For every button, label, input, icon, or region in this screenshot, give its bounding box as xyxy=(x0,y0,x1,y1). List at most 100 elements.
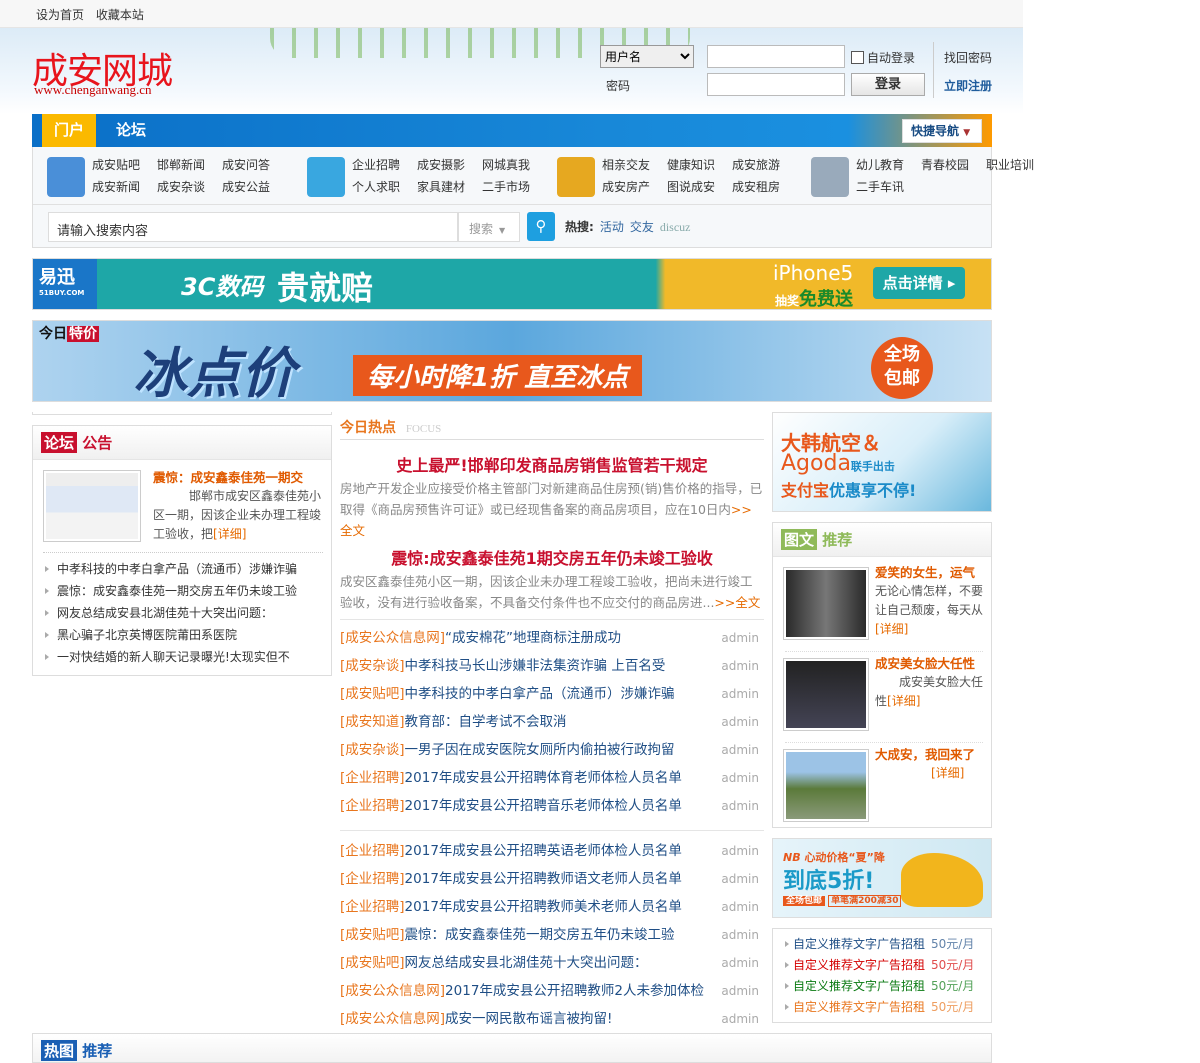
bookmark-link[interactable]: 收藏本站 xyxy=(96,8,144,22)
text-ad-label[interactable]: 自定义推荐文字广告招租 xyxy=(793,1000,925,1014)
news-title-link[interactable]: 2017年成安县公开招聘教师语文老师人员名单 xyxy=(405,871,682,887)
quick-link[interactable]: 二手市场 xyxy=(482,178,530,195)
author[interactable]: admin xyxy=(721,764,759,792)
text-ad[interactable]: 自定义推荐文字广告招租 50元/月 xyxy=(773,956,991,977)
details-link[interactable]: [详细] xyxy=(887,694,920,708)
quick-link[interactable]: 邯郸新闻 xyxy=(157,156,205,173)
login-type-select[interactable]: 用户名 xyxy=(600,45,694,68)
text-ad[interactable]: 自定义推荐文字广告招租 50元/月 xyxy=(773,935,991,956)
author[interactable]: admin xyxy=(721,949,759,977)
author[interactable]: admin xyxy=(721,792,759,820)
list-item[interactable]: 震惊：成安鑫泰佳苑一期交房五年仍未竣工验 xyxy=(33,582,331,604)
quick-link[interactable]: 成安旅游 xyxy=(732,156,780,173)
category-link[interactable]: [企业招聘] xyxy=(340,843,405,859)
details-link[interactable]: [详细] xyxy=(899,766,964,780)
category-link[interactable]: [企业招聘] xyxy=(340,770,405,786)
news-title-link[interactable]: 2017年成安县公开招聘教师美术老师人员名单 xyxy=(405,899,682,915)
username-input[interactable] xyxy=(707,45,845,68)
nb-shoe-ad[interactable]: NB 心动价格“夏”降 到底5折! 全场包邮 单笔满200减30 xyxy=(772,838,992,918)
details-link[interactable]: [详细] xyxy=(213,527,246,541)
recommend-title[interactable]: 大成安，我回来了 xyxy=(875,745,983,764)
author[interactable]: admin xyxy=(721,921,759,949)
author[interactable]: admin xyxy=(721,1005,759,1033)
news-title-link[interactable]: 中孝科技的中孝白拿产品（流通币）涉嫌诈骗 xyxy=(405,686,675,702)
category-link[interactable]: [成安公众信息网] xyxy=(340,630,445,646)
category-link[interactable]: [成安公众信息网] xyxy=(340,1011,445,1027)
quick-link[interactable]: 健康知识 xyxy=(667,156,715,173)
search-type-select[interactable]: 搜索 ▼ xyxy=(458,212,520,242)
author[interactable]: admin xyxy=(721,708,759,736)
auto-login-checkbox[interactable]: 自动登录 xyxy=(851,49,915,66)
category-link[interactable]: [成安杂谈] xyxy=(340,658,405,674)
login-button[interactable]: 登录 xyxy=(851,73,925,96)
register-link[interactable]: 立即注册 xyxy=(944,77,992,94)
quick-link[interactable]: 成安问答 xyxy=(222,156,270,173)
headline-title[interactable]: 震惊:成安鑫泰佳苑1期交房五年仍未竣工验收 xyxy=(340,545,764,571)
text-ad[interactable]: 自定义推荐文字广告招租 50元/月 xyxy=(773,977,991,998)
category-link[interactable]: [成安公众信息网] xyxy=(340,983,445,999)
news-title-link[interactable]: 2017年成安县公开招聘体育老师体检人员名单 xyxy=(405,770,682,786)
text-ad-label[interactable]: 自定义推荐文字广告招租 xyxy=(793,937,925,951)
list-item[interactable]: 网友总结成安县北湖佳苑十大突出问题： xyxy=(33,604,331,626)
recommend-title[interactable]: 爱笑的女生，运气 xyxy=(875,563,983,582)
news-title-link[interactable]: 中孝科技马长山涉嫌非法集资诈骗 上百名受 xyxy=(405,658,666,674)
recommend-thumbnail[interactable] xyxy=(783,749,869,822)
news-title-link[interactable]: 震惊：成安鑫泰佳苑一期交房五年仍未竣工验 xyxy=(405,927,675,943)
text-ad-label[interactable]: 自定义推荐文字广告招租 xyxy=(793,958,925,972)
quick-link[interactable]: 成安公益 xyxy=(222,178,270,195)
author[interactable]: admin xyxy=(721,652,759,680)
read-more-link[interactable]: >>全文 xyxy=(714,595,760,610)
recommend-title[interactable]: 成安美女脸大任性 xyxy=(875,654,983,673)
quick-link[interactable]: 成安新闻 xyxy=(92,178,140,195)
category-link[interactable]: [企业招聘] xyxy=(340,798,405,814)
quick-link[interactable]: 成安贴吧 xyxy=(92,156,140,173)
quick-link[interactable]: 图说成安 xyxy=(667,178,715,195)
banner-51buy[interactable]: 易迅 51BUY.COM 3C数码 贵就赔 iPhone5 抽奖免费送 点击详情 … xyxy=(32,258,992,310)
quick-link[interactable]: 相亲交友 xyxy=(602,156,650,173)
news-title-link[interactable]: 2017年成安县公开招聘教师2人未参加体检 xyxy=(445,983,704,999)
quick-link[interactable]: 个人求职 xyxy=(352,178,400,195)
feature-title[interactable]: 震惊：成安鑫泰佳苑一期交 xyxy=(153,468,323,487)
quick-link[interactable]: 幼儿教育 xyxy=(856,156,904,173)
text-ad-label[interactable]: 自定义推荐文字广告招租 xyxy=(793,979,925,993)
news-title-link[interactable]: 一男子因在成安医院女厕所内偷拍被行政拘留 xyxy=(405,742,675,758)
details-button[interactable]: 点击详情 ▸ xyxy=(873,267,965,299)
text-ad[interactable]: 自定义推荐文字广告招租 50元/月 xyxy=(773,998,991,1019)
author[interactable]: admin xyxy=(721,680,759,708)
tab-portal[interactable]: 门户 xyxy=(42,114,96,147)
forgot-password-link[interactable]: 找回密码 xyxy=(944,49,992,66)
author[interactable]: admin xyxy=(721,624,759,652)
category-link[interactable]: [企业招聘] xyxy=(340,899,405,915)
set-home-link[interactable]: 设为首页 xyxy=(36,8,84,22)
news-title-link[interactable]: “成安棉花”地理商标注册成功 xyxy=(445,630,621,646)
news-title-link[interactable]: 2017年成安县公开招聘英语老师体检人员名单 xyxy=(405,843,682,859)
category-link[interactable]: [成安贴吧] xyxy=(340,955,405,971)
author[interactable]: admin xyxy=(721,893,759,921)
tab-forum[interactable]: 论坛 xyxy=(106,114,156,147)
category-link[interactable]: [成安贴吧] xyxy=(340,927,405,943)
feature-thumbnail[interactable] xyxy=(43,470,141,542)
airline-ad[interactable]: 大韩航空＆ Agoda联手出击 支付宝优惠享不停! xyxy=(772,412,992,512)
category-link[interactable]: [成安知道] xyxy=(340,714,405,730)
author[interactable]: admin xyxy=(721,977,759,1005)
details-link[interactable]: [详细] xyxy=(875,622,908,636)
quick-nav-button[interactable]: 快捷导航 ▼ xyxy=(902,119,982,143)
author[interactable]: admin xyxy=(721,837,759,865)
search-icon[interactable]: ⚲ xyxy=(527,212,555,241)
hot-search-link[interactable]: 活动 xyxy=(600,220,624,234)
quick-link[interactable]: 青春校园 xyxy=(921,156,969,173)
category-link[interactable]: [成安贴吧] xyxy=(340,686,405,702)
quick-link[interactable]: 成安摄影 xyxy=(417,156,465,173)
password-input[interactable] xyxy=(707,73,845,96)
recommend-thumbnail[interactable] xyxy=(783,567,869,640)
quick-link[interactable]: 成安房产 xyxy=(602,178,650,195)
category-link[interactable]: [企业招聘] xyxy=(340,871,405,887)
banner-ice-price[interactable]: 今日 特价 冰点价 每小时降1折 直至冰点 全场 包邮 xyxy=(32,320,992,402)
list-item[interactable]: 中孝科技的中孝白拿产品（流通币）涉嫌诈骗 xyxy=(33,560,331,582)
quick-link[interactable]: 家具建材 xyxy=(417,178,465,195)
hot-search-link[interactable]: discuz xyxy=(660,220,691,234)
quick-link[interactable]: 企业招聘 xyxy=(352,156,400,173)
headline-title[interactable]: 史上最严!邯郸印发商品房销售监管若干规定 xyxy=(340,452,764,478)
hot-search-link[interactable]: 交友 xyxy=(630,220,654,234)
list-item[interactable]: 一对快结婚的新人聊天记录曝光!太现实但不 xyxy=(33,648,331,670)
